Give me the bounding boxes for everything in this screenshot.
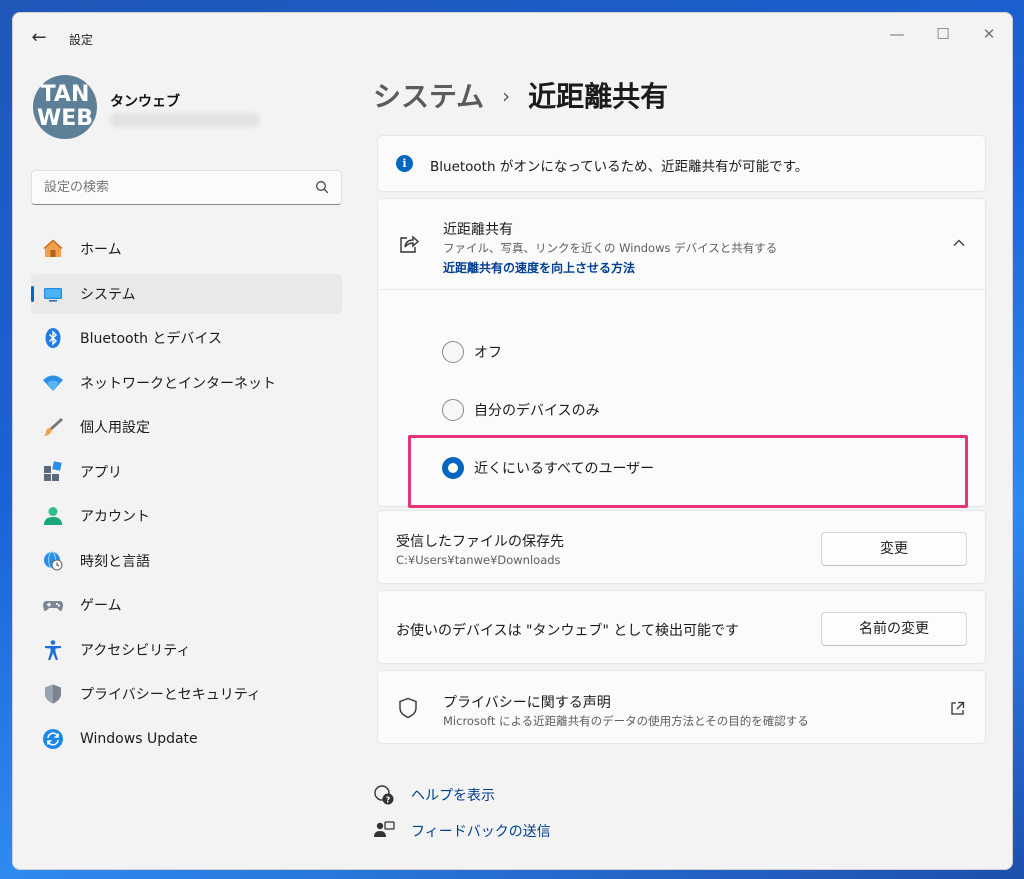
sidebar-item-label: アプリ [80,464,122,481]
sidebar-item-privacy[interactable]: プライバシーとセキュリティ [31,674,342,714]
user-name: タンウェブ [110,94,180,110]
option-my-devices-only[interactable]: 自分のデバイスのみ [442,398,600,422]
sidebar-item-network[interactable]: ネットワークとインターネット [31,363,342,403]
time-language-icon [40,548,66,574]
sidebar-item-label: システム [80,286,136,303]
sidebar-item-label: アクセシビリティ [80,642,191,659]
sidebar-item-home[interactable]: ホーム [31,229,342,269]
radio-everyone-nearby[interactable] [442,457,464,479]
search-icon[interactable] [315,180,329,194]
accessibility-icon [40,637,66,663]
option-label: 自分のデバイスのみ [474,403,600,419]
page-title: システム › 近距離共有 [373,75,668,115]
bluetooth-icon [40,325,66,351]
radio-off[interactable] [442,341,464,363]
save-location-card: 受信したファイルの保存先 C:¥Users¥tanwe¥Downloads 変更 [377,510,986,584]
option-label: オフ [474,345,502,361]
maximize-button[interactable]: ☐ [920,19,966,49]
sidebar-item-accounts[interactable]: アカウント [31,496,342,536]
speed-tips-link[interactable]: 近距離共有の速度を向上させる方法 [443,259,635,276]
sidebar-item-personalization[interactable]: 個人用設定 [31,407,342,447]
device-name-card: お使いのデバイスは "タンウェブ" として検出可能です 名前の変更 [377,590,986,664]
shield-icon [40,681,66,707]
sidebar-item-label: ネットワークとインターネット [80,375,276,392]
wifi-icon [40,370,66,396]
sidebar-item-windows-update[interactable]: Windows Update [31,719,342,759]
external-link-icon[interactable] [950,701,965,716]
system-icon [40,281,66,307]
chevron-up-icon[interactable] [951,235,967,251]
save-location-title: 受信したファイルの保存先 [396,534,564,550]
privacy-title: プライバシーに関する声明 [443,695,611,711]
avatar-text-top: TAN [40,82,90,107]
feedback-link-label[interactable]: フィードバックの送信 [411,821,551,841]
info-icon: i [396,155,413,172]
avatar[interactable]: TAN WEB [33,75,97,139]
option-everyone-nearby[interactable]: 近くにいるすべてのユーザー [442,456,654,480]
sidebar-item-accessibility[interactable]: アクセシビリティ [31,630,342,670]
privacy-statement-card[interactable]: プライバシーに関する声明 Microsoft による近距離共有のデータの使用方法… [377,670,986,744]
help-icon: ? [374,785,394,805]
sidebar-item-apps[interactable]: アプリ [31,452,342,492]
save-location-path: C:¥Users¥tanwe¥Downloads [396,553,561,567]
nearby-share-subtitle: ファイル、写真、リンクを近くの Windows デバイスと共有する [443,241,778,255]
option-label: 近くにいるすべてのユーザー [474,461,655,477]
account-icon [40,503,66,529]
share-icon [400,235,420,253]
sidebar-nav: ホーム システム Bluetooth とデバイス ネットワークとインターネット … [31,229,342,763]
sidebar-item-bluetooth[interactable]: Bluetooth とデバイス [31,318,342,358]
brush-icon [40,414,66,440]
back-button[interactable]: ← [27,27,51,49]
avatar-text-bottom: WEB [36,106,94,131]
radio-my-devices-only[interactable] [442,399,464,421]
sidebar-item-label: ゲーム [80,598,122,614]
sidebar-item-label: Bluetooth とデバイス [80,331,222,347]
nearby-share-title: 近距離共有 [443,222,513,238]
help-link[interactable]: ? ヘルプを表示 [373,784,495,806]
settings-window: ← 設定 — ☐ ✕ TAN WEB タンウェブ ホーム システム [12,12,1013,870]
nearby-share-card: 近距離共有 ファイル、写真、リンクを近くの Windows デバイスと共有する … [377,198,986,508]
sidebar-item-label: アカウント [80,509,150,525]
search-input[interactable] [44,180,304,195]
user-email-blurred [110,113,260,127]
change-location-button[interactable]: 変更 [821,532,967,566]
device-discoverable-text: お使いのデバイスは "タンウェブ" として検出可能です [396,623,739,639]
minimize-button[interactable]: — [874,19,920,49]
search-box[interactable] [31,170,342,205]
apps-icon [40,459,66,485]
close-button[interactable]: ✕ [966,19,1012,49]
sidebar-item-system[interactable]: システム [31,273,342,314]
bluetooth-info-banner: i Bluetooth がオンになっているため、近距離共有が可能です。 [377,135,986,192]
sidebar-item-gaming[interactable]: ゲーム [31,585,342,625]
rename-button[interactable]: 名前の変更 [821,612,967,646]
home-icon [40,236,66,262]
feedback-link[interactable]: フィードバックの送信 [373,820,551,842]
sidebar-item-label: プライバシーとセキュリティ [80,687,261,703]
sidebar-item-label: ホーム [80,242,122,258]
gamepad-icon [40,592,66,618]
sidebar-item-label: Windows Update [80,730,198,747]
shield-icon [399,697,417,719]
sidebar-item-label: 時刻と言語 [80,553,150,570]
info-text: Bluetooth がオンになっているため、近距離共有が可能です。 [430,159,809,175]
breadcrumb-current: 近距離共有 [528,80,669,113]
update-icon [40,726,66,752]
privacy-subtitle: Microsoft による近距離共有のデータの使用方法とその目的を確認する [443,714,809,728]
sidebar-item-time-language[interactable]: 時刻と言語 [31,541,342,581]
feedback-icon [374,821,395,837]
nearby-share-header[interactable]: 近距離共有 ファイル、写真、リンクを近くの Windows デバイスと共有する … [378,199,985,290]
svg-text:?: ? [386,796,391,805]
breadcrumb-separator: › [502,84,511,108]
title-bar: ← 設定 — ☐ ✕ [13,13,1012,61]
help-link-label[interactable]: ヘルプを表示 [411,785,495,805]
app-title: 設定 [69,33,94,47]
breadcrumb-system[interactable]: システム [373,80,484,113]
sidebar-item-label: 個人用設定 [80,420,150,436]
option-off[interactable]: オフ [442,340,502,364]
